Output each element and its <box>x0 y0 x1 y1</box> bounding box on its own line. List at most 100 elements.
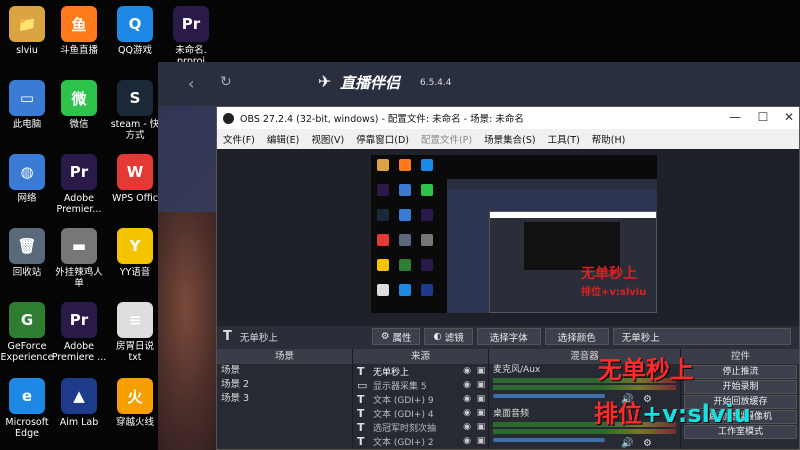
obs-menubar: 文件(F) 编辑(E) 视图(V) 停靠窗口(D) 配置文件(P) 场景集合(S… <box>217 129 799 149</box>
app-icon: ◍ <box>9 154 45 190</box>
desktop-icon[interactable]: Pr未命名. prproj <box>158 6 224 67</box>
volume-slider[interactable] <box>493 438 605 442</box>
menu-profile[interactable]: 配置文件(P) <box>415 132 478 146</box>
gear-icon[interactable]: ⚙ <box>643 438 652 449</box>
preview-mini-icon <box>377 259 389 271</box>
desktop-icon-label: 外挂辣鸡人 单 <box>55 267 103 289</box>
streaming-app-version: 6.5.4.4 <box>420 78 452 88</box>
desktop-icon-label: 此电脑 <box>12 119 42 130</box>
eye-icon[interactable]: ◉ <box>460 366 474 376</box>
minimize-button[interactable]: — <box>725 110 745 124</box>
app-icon: Y <box>117 228 153 264</box>
desktop-icon-label: Adobe Premier... <box>56 193 102 215</box>
source-toolbar: T 无单秒上 ⚙ 属性 ◐ 滤镜 选择字体 选择颜色 无单秒上 <box>217 325 799 347</box>
source-item[interactable]: ▭ 显示器采集 5 ◉ ▣ <box>353 378 488 392</box>
desktop-icon-label: 回收站 <box>12 267 42 278</box>
app-icon: ▭ <box>9 80 45 116</box>
desktop: 📁 slviu 鱼斗鱼直播 Q QQ游戏 Pr未命名. prproj ▭ 此电脑 微微信 Sste… <box>0 0 800 450</box>
lock-icon[interactable]: ▣ <box>474 380 488 390</box>
text-icon: T <box>357 434 365 448</box>
app-icon: G <box>9 302 45 338</box>
desktop-icon-label: 房胃日说 txt <box>115 341 154 363</box>
app-icon: W <box>117 154 153 190</box>
scenes-dock: 场景 场景 场景 2 场景 3 <box>217 349 353 449</box>
filter-icon: ◐ <box>433 331 442 342</box>
source-item[interactable]: T 选冠军时刻次抽 ◉ ▣ <box>353 420 488 434</box>
overlay-rank-text: 排位 <box>594 400 642 428</box>
select-font-button[interactable]: 选择字体 <box>476 328 541 345</box>
overlay-text-line1: 无单秒上 <box>598 356 694 384</box>
desktop-icon-label: 网络 <box>17 193 37 204</box>
obs-logo-icon <box>223 112 234 124</box>
properties-button[interactable]: ⚙ 属性 <box>371 328 421 345</box>
eye-icon[interactable]: ◉ <box>460 408 474 418</box>
eye-icon[interactable]: ◉ <box>460 436 474 446</box>
desktop-icon-label: slviu <box>16 45 38 56</box>
preview-mini-icon <box>421 184 433 196</box>
source-item[interactable]: T 无单秒上 ◉ ▣ <box>353 364 488 378</box>
volume-slider[interactable] <box>493 394 605 398</box>
app-icon: 🗑 <box>9 228 45 264</box>
scene-item[interactable]: 场景 <box>217 364 352 378</box>
lock-icon[interactable]: ▣ <box>474 422 488 432</box>
obs-titlebar: OBS 27.2.4 (32-bit, windows) - 配置文件: 未命名… <box>217 107 799 129</box>
back-icon[interactable]: ‹ <box>188 74 194 93</box>
filters-button[interactable]: ◐ 滤镜 <box>424 328 473 345</box>
refresh-icon[interactable]: ↻ <box>220 74 232 90</box>
eye-icon[interactable]: ◉ <box>460 422 474 432</box>
menu-file[interactable]: 文件(F) <box>217 132 261 146</box>
preview-mini-icon <box>421 159 433 171</box>
lock-icon[interactable]: ▣ <box>474 436 488 446</box>
eye-icon[interactable]: ◉ <box>460 380 474 390</box>
preview-mini-icon <box>399 284 411 296</box>
select-color-button[interactable]: 选择颜色 <box>544 328 609 345</box>
scenes-header: 场景 <box>217 349 352 364</box>
source-item[interactable]: T 文本 (GDI+) 9 ◉ ▣ <box>353 392 488 406</box>
lock-icon[interactable]: ▣ <box>474 394 488 404</box>
preview-mini-icon <box>377 284 389 296</box>
desktop-icon-label: 微信 <box>69 119 89 130</box>
source-item-label: 文本 (GDI+) 2 <box>373 437 434 448</box>
overlay-contact-text: +v:slviu <box>642 400 751 428</box>
desktop-icon-label: QQ游戏 <box>118 45 152 56</box>
stop-streaming-button[interactable]: 停止推流 <box>684 365 797 379</box>
scene-item[interactable]: 场景 2 <box>217 378 352 392</box>
lock-icon[interactable]: ▣ <box>474 408 488 418</box>
app-icon: Pr <box>61 302 97 338</box>
menu-view[interactable]: 视图(V) <box>305 132 350 146</box>
streaming-app-title: 直播伴侣 <box>340 74 401 92</box>
source-item[interactable]: T 文本 (GDI+) 2 ◉ ▣ <box>353 434 488 448</box>
desktop-icon-label: steam - 快 方式 <box>110 119 160 141</box>
menu-help[interactable]: 帮助(H) <box>586 132 632 146</box>
scene-item[interactable]: 场景 3 <box>217 392 352 406</box>
preview-mini-icon <box>399 234 411 246</box>
preview-overlay-line2: 排位+v:slviu <box>581 287 647 298</box>
menu-docks[interactable]: 停靠窗口(D) <box>350 132 415 146</box>
source-item-label: 显示器采集 5 <box>373 381 427 392</box>
start-recording-button[interactable]: 开始录制 <box>684 380 797 394</box>
desktop-icon-label: Aim Lab <box>59 417 99 428</box>
controls-header: 控件 <box>681 349 799 364</box>
menu-tools[interactable]: 工具(T) <box>542 132 586 146</box>
preview-canvas[interactable]: 无单秒上 排位+v:slviu <box>371 155 657 313</box>
lock-icon[interactable]: ▣ <box>474 366 488 376</box>
source-item[interactable]: T 文本 (GDI+) 4 ◉ ▣ <box>353 406 488 420</box>
menu-edit[interactable]: 编辑(E) <box>261 132 305 146</box>
close-button[interactable]: ✕ <box>779 110 799 124</box>
eye-icon[interactable]: ◉ <box>460 394 474 404</box>
text-icon: T <box>357 364 365 378</box>
menu-scene-collection[interactable]: 场景集合(S) <box>478 132 541 146</box>
maximize-button[interactable]: ☐ <box>753 110 773 124</box>
speaker-icon[interactable]: 🔊 <box>621 438 633 449</box>
text-input[interactable]: 无单秒上 <box>612 328 791 345</box>
sources-header: 来源 <box>353 349 488 364</box>
app-icon: Pr <box>173 6 209 42</box>
overlay-text-line2: 排位+v:slviu <box>594 394 751 429</box>
app-icon: 鱼 <box>61 6 97 42</box>
app-icon: S <box>117 80 153 116</box>
source-item-label: 无单秒上 <box>373 367 410 378</box>
streaming-app-logo-icon: ✈ <box>318 72 332 91</box>
preview-mini-icon <box>377 209 389 221</box>
gear-icon: ⚙ <box>380 331 390 342</box>
streaming-app-titlebar: ‹ ↻ ✈ 直播伴侣 6.5.4.4 <box>158 62 800 106</box>
